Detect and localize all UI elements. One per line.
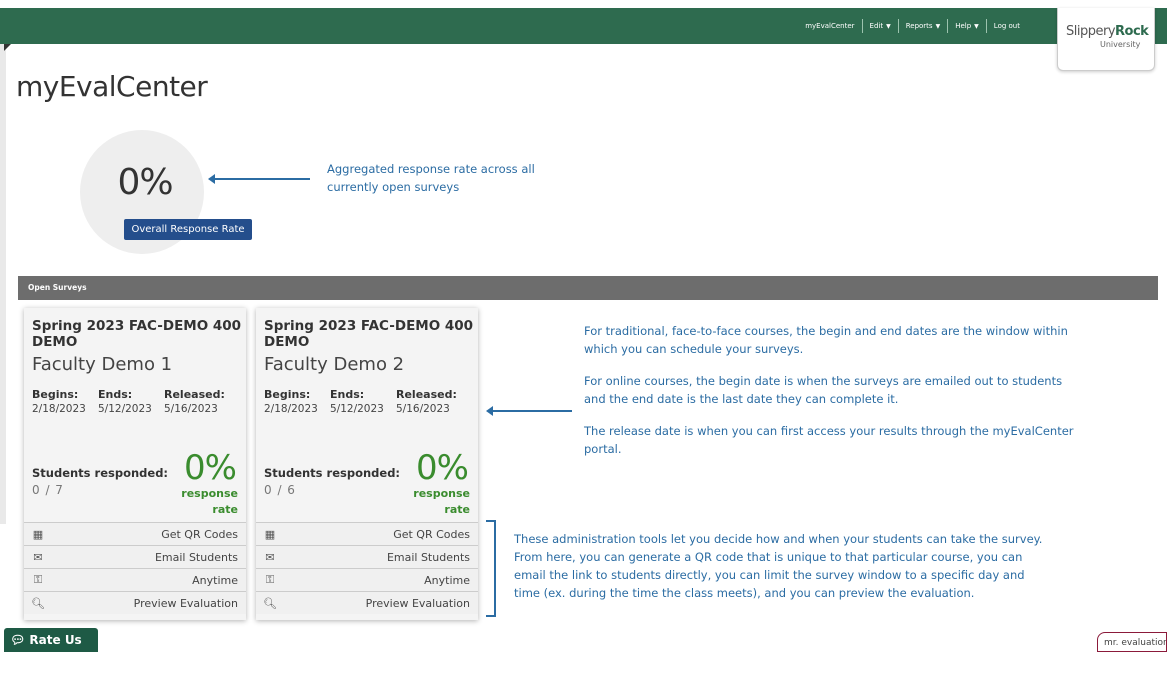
chevron-down-icon: ▼ (935, 23, 941, 30)
overall-response-rate-button[interactable]: Overall Response Rate (124, 219, 252, 240)
annotation-dates-3: The release date is when you can first a… (584, 424, 1074, 456)
get-qr-codes-label: Get QR Codes (161, 527, 238, 541)
open-surveys-header: Open Surveys (18, 276, 1158, 300)
survey-card: Spring 2023 FAC-DEMO 400 DEMO Faculty De… (24, 308, 246, 620)
survey-tools: ▦ Get QR Codes ✉ Email Students ⚿ Anytime 🔍… (256, 522, 478, 614)
logo-subtitle: University (1100, 40, 1141, 49)
bracket-icon (486, 520, 496, 617)
preview-evaluation-button[interactable]: 🔍︎ Preview Evaluation (256, 591, 478, 614)
page-title: myEvalCenter (16, 70, 208, 103)
logo-part2: Rock (1115, 24, 1149, 39)
survey-tools: ▦ Get QR Codes ✉ Email Students ⚿ Anytime 🔍… (24, 522, 246, 614)
survey-card: Spring 2023 FAC-DEMO 400 DEMO Faculty De… (256, 308, 478, 620)
logo-part1: Slippery (1066, 24, 1116, 39)
magnifier-icon: 🔍︎ (263, 596, 277, 610)
email-icon: ✉ (265, 550, 275, 564)
nav-help-label: Help (955, 22, 972, 30)
annotation-dates: For traditional, face-to-face courses, t… (584, 322, 1084, 458)
begins-value: 2/18/2023 (32, 403, 86, 415)
begins-label: Begins: (32, 388, 79, 401)
students-responded-label: Students responded: (264, 466, 401, 480)
survey-dates: Begins: 2/18/2023 Ends: 5/12/2023 Released… (32, 388, 242, 415)
ends-label: Ends: (98, 388, 133, 401)
response-rate-percent: 0% (416, 448, 469, 488)
annotation-dates-1: For traditional, face-to-face courses, t… (584, 324, 1068, 356)
chevron-down-icon: ▼ (974, 23, 979, 30)
key-icon: ⚿ (33, 573, 43, 586)
qr-code-icon: ▦ (264, 527, 276, 541)
anytime-label: Anytime (192, 573, 238, 587)
rate-us-label: Rate Us (29, 633, 82, 647)
university-logo: SlipperyRock University (1057, 8, 1155, 71)
anytime-label: Anytime (424, 573, 470, 587)
released-value: 5/16/2023 (164, 403, 218, 415)
annotation-tools-text: These administration tools let you decid… (514, 532, 1043, 600)
response-rate-label: response rate (181, 487, 238, 516)
annotation-aggregated: Aggregated response rate across all curr… (327, 160, 557, 196)
annotation-tools: These administration tools let you decid… (514, 530, 1044, 602)
survey-title: Spring 2023 FAC-DEMO 400 DEMO (264, 318, 474, 350)
qr-code-icon: ▦ (32, 527, 44, 541)
preview-evaluation-label: Preview Evaluation (365, 596, 470, 610)
logo-wordmark: SlipperyRock (1066, 24, 1149, 39)
preview-evaluation-button[interactable]: 🔍︎ Preview Evaluation (24, 591, 246, 614)
annotation-aggregated-text: Aggregated response rate across all curr… (327, 162, 535, 194)
response-rate-label: response rate (413, 487, 470, 516)
released-value: 5/16/2023 (396, 403, 450, 415)
ends-value: 5/12/2023 (330, 403, 384, 415)
left-arrow-icon (486, 406, 572, 416)
released-label: Released: (164, 388, 225, 401)
nav-edit[interactable]: Edit ▼ (863, 22, 898, 30)
nav-reports[interactable]: Reports ▼ (899, 22, 947, 30)
survey-subtitle: Faculty Demo 1 (32, 354, 173, 375)
get-qr-codes-button[interactable]: ▦ Get QR Codes (24, 522, 246, 545)
key-icon: ⚿ (265, 573, 275, 586)
mr-evaluation-chat-button[interactable]: mr. evaluation (1097, 632, 1167, 652)
email-students-label: Email Students (386, 550, 470, 564)
email-icon: ✉ (33, 550, 43, 564)
email-students-label: Email Students (154, 550, 238, 564)
nav-help[interactable]: Help ▼ (948, 22, 986, 30)
top-nav-menu: myEvalCenter Edit ▼ Reports ▼ Help ▼ Log ou… (798, 8, 1027, 44)
left-edge-strip (0, 44, 6, 524)
students-responded-label: Students responded: (32, 466, 169, 480)
preview-evaluation-label: Preview Evaluation (133, 596, 238, 610)
response-rate-percent: 0% (184, 448, 237, 488)
begins-value: 2/18/2023 (264, 403, 318, 415)
left-arrow-icon (208, 174, 310, 184)
corner-marker (4, 44, 11, 51)
annotation-dates-2: For online courses, the begin date is wh… (584, 374, 1063, 406)
students-responded-count: 0 / 6 (264, 483, 296, 497)
overall-response-rate-value: 0% (117, 162, 173, 203)
survey-title: Spring 2023 FAC-DEMO 400 DEMO (32, 318, 242, 350)
nav-edit-label: Edit (869, 22, 884, 30)
email-students-button[interactable]: ✉ Email Students (24, 545, 246, 568)
students-responded-count: 0 / 7 (32, 483, 64, 497)
chevron-down-icon: ▼ (886, 23, 891, 30)
begins-label: Begins: (264, 388, 311, 401)
email-students-button[interactable]: ✉ Email Students (256, 545, 478, 568)
nav-myevalcenter[interactable]: myEvalCenter (798, 22, 861, 30)
survey-dates: Begins: 2/18/2023 Ends: 5/12/2023 Released… (264, 388, 474, 415)
nav-reports-label: Reports (905, 22, 933, 30)
ends-value: 5/12/2023 (98, 403, 152, 415)
released-label: Released: (396, 388, 457, 401)
get-qr-codes-button[interactable]: ▦ Get QR Codes (256, 522, 478, 545)
rate-us-button[interactable]: 💬︎ Rate Us 👍︎ (4, 628, 98, 671)
nav-logout[interactable]: Log out (987, 22, 1027, 30)
anytime-button[interactable]: ⚿ Anytime (256, 568, 478, 591)
anytime-button[interactable]: ⚿ Anytime (24, 568, 246, 591)
ends-label: Ends: (330, 388, 365, 401)
survey-subtitle: Faculty Demo 2 (264, 354, 405, 375)
get-qr-codes-label: Get QR Codes (393, 527, 470, 541)
magnifier-icon: 🔍︎ (31, 596, 45, 610)
